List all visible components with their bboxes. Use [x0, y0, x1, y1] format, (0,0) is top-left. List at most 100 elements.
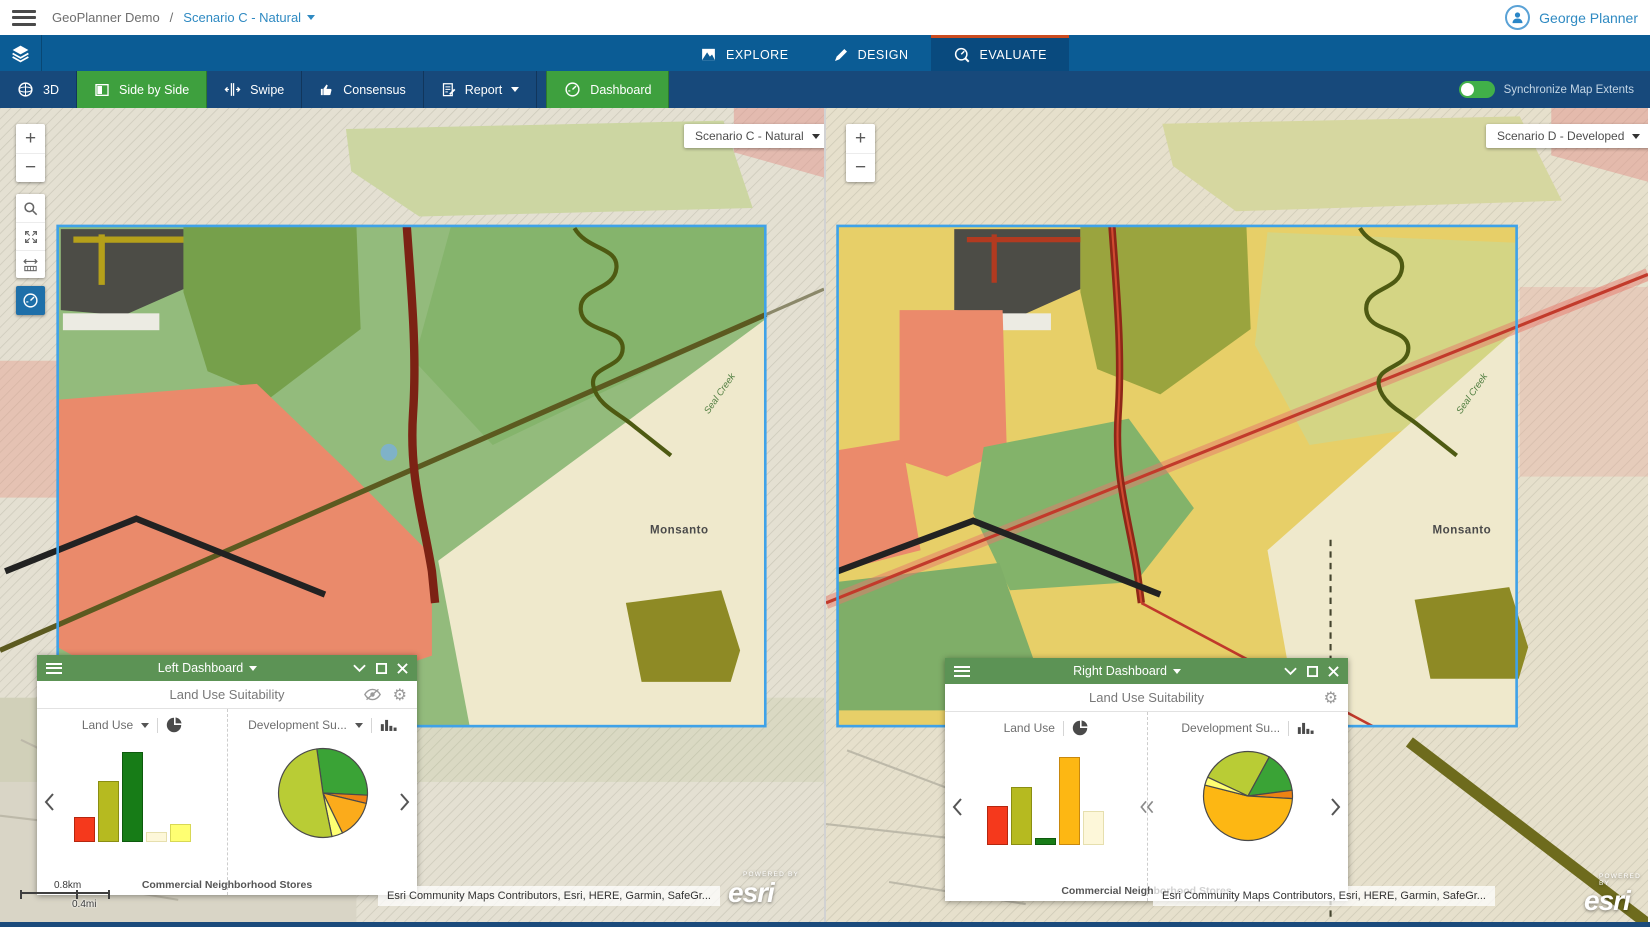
scenario-menu[interactable]: Scenario C - Natural	[183, 10, 315, 25]
carousel-next-button[interactable]	[400, 793, 410, 811]
report-button[interactable]: Report	[424, 71, 538, 108]
carousel-prev-button[interactable]	[952, 798, 962, 816]
layers-button[interactable]	[0, 35, 42, 71]
mode-tabs: EXPLORE DESIGN EVALUATE	[678, 35, 1069, 71]
development-suitability-pie-chart[interactable]	[277, 747, 369, 839]
right-map-pane: Monsanto Seal Creek + − Scenario D - Dev…	[826, 108, 1648, 922]
scale-mi-label: 0.4mi	[72, 899, 110, 910]
search-button[interactable]	[16, 194, 45, 222]
evaluate-gauge-icon	[953, 46, 971, 64]
widget-label[interactable]: Land Use	[82, 718, 133, 732]
right-dashboard-body: Land Use Development Su...	[945, 712, 1348, 901]
left-dashboard-title[interactable]: Left Dashboard	[62, 661, 353, 675]
pencil-icon	[833, 47, 849, 63]
esri-logo[interactable]: POWERED BY esri	[728, 872, 799, 907]
maximize-icon[interactable]	[1307, 666, 1318, 677]
right-dashboard-subtitle-row: Land Use Suitability ⚙	[945, 684, 1348, 712]
chevron-down-icon	[812, 134, 820, 139]
left-scenario-dropdown[interactable]: Scenario C - Natural	[684, 124, 826, 148]
widget-label[interactable]: Development Su...	[1181, 721, 1280, 735]
sync-extents-label: Synchronize Map Extents	[1504, 84, 1634, 96]
dashboard-gauge-icon	[564, 81, 581, 98]
development-suitability-pie-chart[interactable]	[1202, 750, 1294, 842]
dashboard-tool-button[interactable]	[16, 286, 45, 315]
breadcrumb-separator: /	[170, 10, 174, 25]
right-dashboard-panel: Right Dashboard Land Use Suitability ⚙	[945, 658, 1348, 901]
gear-icon[interactable]: ⚙	[1324, 690, 1338, 706]
tab-evaluate[interactable]: EVALUATE	[931, 35, 1069, 71]
consensus-button[interactable]: Consensus	[302, 71, 424, 108]
bar-olive	[98, 781, 119, 842]
zoom-in-button[interactable]: +	[16, 124, 45, 153]
left-map-pane: Monsanto Seal Creek + −	[0, 108, 826, 922]
bar-darkgreen	[122, 752, 143, 842]
close-icon[interactable]	[397, 663, 408, 674]
widget-label[interactable]: Land Use	[1004, 721, 1055, 735]
close-icon[interactable]	[1328, 666, 1339, 677]
left-map-tools	[16, 194, 45, 278]
right-dashboard-subtitle: Land Use Suitability	[1089, 690, 1204, 705]
land-use-bar-chart[interactable]	[945, 753, 1147, 845]
pie-chart-icon[interactable]	[1072, 720, 1088, 736]
left-bar-widget: Land Use	[37, 709, 227, 895]
dashboard-menu-icon[interactable]	[46, 663, 62, 674]
chevron-down-icon[interactable]	[141, 723, 149, 728]
right-map-attribution: Esri Community Maps Contributors, Esri, …	[1153, 886, 1495, 906]
nav-bar: EXPLORE DESIGN EVALUATE	[0, 35, 1650, 71]
right-dashboard-title[interactable]: Right Dashboard	[970, 664, 1284, 678]
collapse-icon[interactable]	[1284, 667, 1297, 676]
side-by-side-button[interactable]: Side by Side	[77, 71, 207, 108]
chevron-down-icon[interactable]	[355, 723, 363, 728]
3d-label: 3D	[43, 83, 59, 97]
zoom-out-button[interactable]: −	[846, 153, 875, 182]
side-by-side-icon	[94, 82, 110, 98]
tab-explore[interactable]: EXPLORE	[678, 35, 811, 71]
measure-icon	[22, 257, 39, 273]
chevron-down-icon	[249, 666, 257, 671]
app-title: GeoPlanner Demo	[52, 10, 160, 25]
dashboard-button[interactable]: Dashboard	[546, 71, 669, 108]
user-menu[interactable]: George Planner	[1505, 5, 1638, 30]
swipe-icon	[224, 81, 241, 98]
map-label-monsanto: Monsanto	[650, 524, 709, 536]
esri-logo[interactable]: POWERED BY esri	[1584, 874, 1648, 915]
swipe-button[interactable]: Swipe	[207, 71, 302, 108]
expand-arrows-icon	[23, 229, 39, 245]
bar-red	[74, 817, 95, 842]
extent-button[interactable]	[16, 222, 45, 250]
collapse-widget-button[interactable]	[1139, 800, 1154, 814]
right-scenario-dropdown[interactable]: Scenario D - Developed	[1486, 124, 1648, 148]
collapse-icon[interactable]	[353, 664, 366, 673]
left-map-attribution: Esri Community Maps Contributors, Esri, …	[378, 886, 720, 906]
column-chart-icon[interactable]	[380, 718, 397, 732]
dashboard-gauge-icon	[22, 292, 39, 309]
bar-amber	[1059, 757, 1080, 845]
carousel-prev-button[interactable]	[44, 793, 54, 811]
land-use-bar-chart[interactable]	[37, 750, 227, 842]
scenario-menu-label: Scenario C - Natural	[183, 10, 301, 25]
visibility-off-icon[interactable]	[364, 688, 381, 701]
dashboard-menu-icon[interactable]	[954, 666, 970, 677]
globe-icon	[17, 81, 34, 98]
chevron-down-icon	[307, 15, 315, 20]
zoom-out-button[interactable]: −	[16, 153, 45, 182]
widget-label[interactable]: Development Su...	[248, 718, 347, 732]
column-chart-icon[interactable]	[1297, 721, 1314, 735]
maximize-icon[interactable]	[376, 663, 387, 674]
chevron-down-icon	[511, 87, 519, 92]
tab-design[interactable]: DESIGN	[811, 35, 931, 71]
bar-cream	[1083, 811, 1104, 845]
top-bar: GeoPlanner Demo / Scenario C - Natural G…	[0, 0, 1650, 35]
measure-button[interactable]	[16, 250, 45, 278]
left-dashboard-subtitle: Land Use Suitability	[170, 687, 285, 702]
pie-chart-icon[interactable]	[166, 717, 182, 733]
zoom-in-button[interactable]: +	[846, 124, 875, 153]
right-zoom-control: + −	[846, 124, 875, 182]
gear-icon[interactable]: ⚙	[393, 687, 407, 703]
3d-button[interactable]: 3D	[0, 71, 77, 108]
main-menu-icon[interactable]	[12, 10, 36, 26]
bar-yellow	[170, 824, 191, 842]
consensus-label: Consensus	[343, 83, 406, 97]
carousel-next-button[interactable]	[1331, 798, 1341, 816]
sync-extents-toggle[interactable]	[1459, 81, 1495, 98]
